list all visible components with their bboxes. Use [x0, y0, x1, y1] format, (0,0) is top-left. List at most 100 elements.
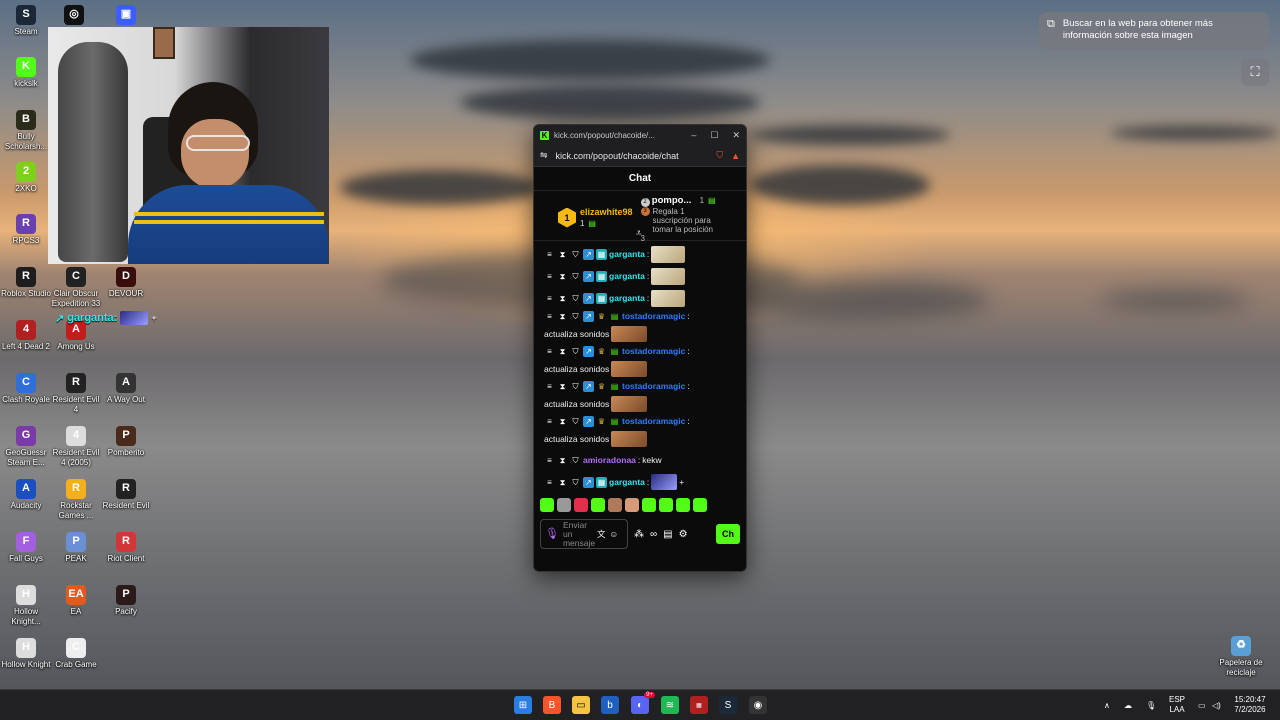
chat-emote[interactable]: [611, 431, 648, 447]
desktop-icon[interactable]: Kkickslk: [0, 57, 52, 89]
chat-message[interactable]: ≡ ⧗ ⛉ ↗ ♛ ▤ tostadoramagic: actualiza sonidos: [544, 346, 740, 377]
chat-username[interactable]: amioradonaa: [583, 455, 636, 466]
discord-icon[interactable]: ◐ 9+: [631, 692, 655, 714]
mic-icon[interactable]: 🎙: [545, 528, 559, 539]
chat-message[interactable]: ≡ ⧗ ⛉ ↗ ▦ garganta:: [544, 267, 740, 285]
desktop-icon[interactable]: R Roblox Studio: [0, 267, 52, 299]
gift-leader-first[interactable]: 1 elizawhite98 1 ▤: [558, 195, 633, 240]
quick-emote[interactable]: [642, 498, 656, 512]
chat-username[interactable]: garganta: [609, 477, 645, 488]
tray-overflow-icon[interactable]: ∧: [1104, 690, 1110, 720]
chat-message[interactable]: ≡ ⧗ ⛉ amioradonaa: kekw: [544, 451, 740, 469]
chat-message[interactable]: ≡ ⧗ ⛉ ↗ ♛ ▤ tostadoramagic: actualiza sonidos: [544, 311, 740, 342]
desktop-icon[interactable]: 2 2XKO: [0, 162, 52, 194]
desktop-icon[interactable]: R Resident Evil 4: [50, 373, 102, 414]
desktop-icon[interactable]: R Resident Evil: [100, 479, 152, 511]
chat-message[interactable]: ≡ ⧗ ⛉ ↗ ▦ garganta: +: [544, 473, 740, 491]
chat-message[interactable]: ≡ ⧗ ⛉ ↗ ♛ ▤ tostadoramagic: actualiza sonidos: [544, 416, 740, 447]
brave-shield-icon[interactable]: ⛉: [716, 150, 723, 161]
quick-emote[interactable]: [540, 498, 554, 512]
desktop-icon[interactable]: H Hollow Knight: [0, 638, 52, 670]
desktop-icon[interactable]: P PEAK: [50, 532, 102, 564]
desktop-icon[interactable]: P Pomberito: [100, 426, 152, 458]
desktop-icon[interactable]: C Crab Game: [50, 638, 102, 670]
chat-message[interactable]: ≡ ⧗ ⛉ ↗ ♛ ▤ tostadoramagic: actualiza sonidos: [544, 381, 740, 412]
desktop-icon[interactable]: S Steam: [0, 5, 52, 37]
maximize-icon[interactable]: ☐: [710, 130, 718, 141]
popup-titlebar[interactable]: K kick.com/popout/chacoide/... – ☐ ✕: [534, 125, 746, 145]
collapse-icon[interactable]: ⩡: [636, 228, 642, 239]
network-icon[interactable]: ▭: [1198, 690, 1206, 720]
desktop-icon[interactable]: B Bully Scholarsh...: [0, 110, 52, 151]
steam-icon[interactable]: S: [719, 696, 737, 714]
desktop-icon[interactable]: ♻ Papelera de reciclaje: [1215, 636, 1267, 677]
chat-message[interactable]: ≡ ⧗ ⛉ ↗ ▦ garganta:: [544, 245, 740, 263]
chat-emote[interactable]: [611, 361, 648, 377]
gift-leader-second[interactable]: 2 pompo... 1 ▤ 3 Regala 1 suscripción pa…: [640, 195, 723, 243]
chat-username[interactable]: garganta: [609, 249, 645, 260]
brave-rewards-icon[interactable]: ▲: [731, 151, 740, 161]
clock[interactable]: 15:20:47 7/2/2026: [1226, 695, 1274, 715]
chat-username[interactable]: garganta: [609, 271, 645, 282]
recording-icon[interactable]: ◉: [749, 696, 767, 714]
brave-browser-icon[interactable]: B: [543, 696, 561, 714]
desktop-icon[interactable]: EA EA: [50, 585, 102, 617]
translate-icon[interactable]: 文: [597, 529, 606, 539]
quick-emote[interactable]: [676, 498, 690, 512]
desktop-icon[interactable]: R RPCS3: [0, 214, 52, 246]
popup-url[interactable]: kick.com/popout/chacoide/chat: [556, 151, 709, 161]
chat-username[interactable]: garganta: [609, 293, 645, 304]
chat-username[interactable]: tostadoramagic: [622, 346, 685, 357]
desktop-icon[interactable]: H Hollow Knight...: [0, 585, 52, 626]
store-icon[interactable]: ▤: [663, 529, 672, 540]
volume-icon[interactable]: ◁): [1212, 690, 1221, 720]
desktop-icon[interactable]: R Riot Client: [100, 532, 152, 564]
chat-username[interactable]: tostadoramagic: [622, 416, 685, 427]
chat-emote[interactable]: [611, 326, 648, 342]
desktop-icon[interactable]: D DEVOUR: [100, 267, 152, 299]
file-explorer-icon[interactable]: ▭: [572, 696, 590, 714]
chat-emote[interactable]: [651, 474, 678, 490]
onedrive-icon[interactable]: ☁: [1124, 690, 1132, 720]
infinity-icon[interactable]: ∞: [650, 529, 657, 540]
bing-icon[interactable]: b: [601, 696, 619, 714]
chat-emote[interactable]: [611, 396, 648, 412]
quick-emote[interactable]: [659, 498, 673, 512]
chat-emote[interactable]: [651, 289, 686, 307]
obs-app-icon[interactable]: ▦: [690, 696, 708, 714]
lens-tooltip[interactable]: ⧉ Buscar en la web para obtener más info…: [1039, 12, 1269, 50]
chat-emote[interactable]: [651, 245, 686, 263]
windows-start-icon[interactable]: ⊞: [514, 696, 532, 714]
desktop-icon[interactable]: P Pacify: [100, 585, 152, 617]
site-settings-icon[interactable]: ⇋: [540, 150, 548, 161]
quick-emote[interactable]: [591, 498, 605, 512]
desktop-icon[interactable]: 4 Resident Evil 4 (2005): [50, 426, 102, 467]
quick-emote[interactable]: [574, 498, 588, 512]
language-indicator[interactable]: ESP LAA: [1162, 695, 1192, 715]
quick-emote[interactable]: [693, 498, 707, 512]
desktop-icon[interactable]: A Audacity: [0, 479, 52, 511]
minimize-icon[interactable]: –: [691, 130, 696, 141]
chat-message[interactable]: ≡ ⧗ ⛉ ↗ ▦ garganta:: [544, 289, 740, 307]
mic-tray-icon[interactable]: 🎙: [1146, 690, 1156, 720]
quick-emote[interactable]: [557, 498, 571, 512]
spotify-icon[interactable]: ≋: [661, 696, 679, 714]
emoji-icon[interactable]: ☺: [609, 529, 618, 539]
chat-username[interactable]: tostadoramagic: [622, 381, 685, 392]
desktop-icon[interactable]: C Clash Royale: [0, 373, 52, 405]
chat-input[interactable]: 🎙 Enviar un mensaje 文 ☺: [540, 519, 628, 549]
lens-capture-button[interactable]: ⛶: [1241, 58, 1269, 86]
close-icon[interactable]: ✕: [732, 130, 740, 141]
desktop-icon[interactable]: F Fall Guys: [0, 532, 52, 564]
chat-username[interactable]: tostadoramagic: [622, 311, 685, 322]
desktop-icon[interactable]: ◎: [48, 5, 100, 27]
desktop-icon[interactable]: 4 Left 4 Dead 2: [0, 320, 52, 352]
send-button[interactable]: Ch: [716, 524, 740, 544]
quick-emote[interactable]: [608, 498, 622, 512]
settings-icon[interactable]: ⚙: [679, 529, 688, 540]
quick-emote[interactable]: [625, 498, 639, 512]
desktop-icon[interactable]: ▣: [100, 5, 152, 27]
desktop-icon[interactable]: R Rockstar Games ...: [50, 479, 102, 520]
points-icon[interactable]: ⁂: [634, 529, 644, 540]
desktop-icon[interactable]: C Clair Obscur Expedition 33: [50, 267, 102, 308]
